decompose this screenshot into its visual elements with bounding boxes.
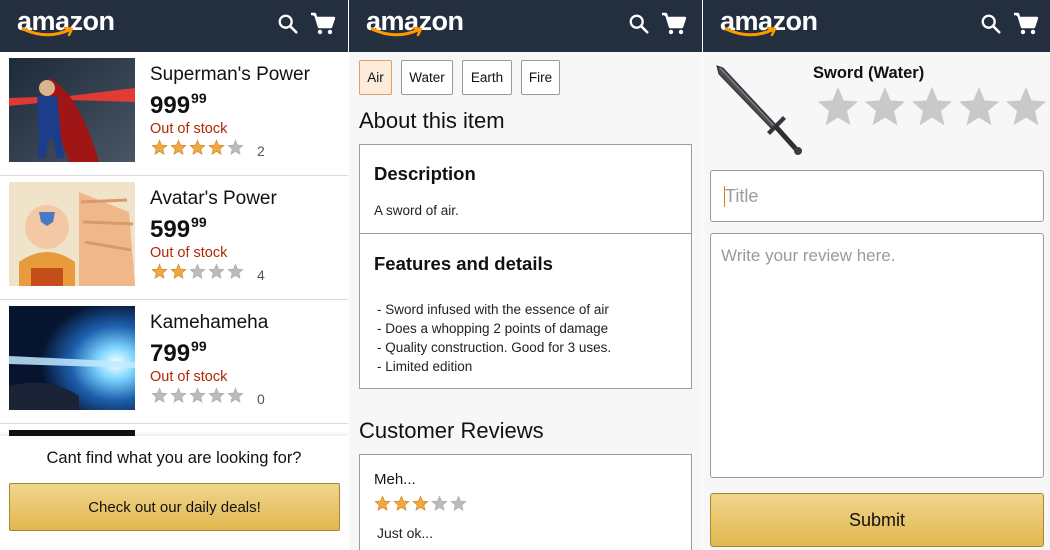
- star-filled-icon: [151, 263, 168, 279]
- feature-item: - Sword infused with the essence of air: [377, 302, 609, 317]
- features-box: Features and details - Sword infused wit…: [359, 233, 692, 389]
- customer-reviews-heading: Customer Reviews: [359, 418, 544, 443]
- about-heading: About this item: [359, 108, 505, 133]
- features-list: - Sword infused with the essence of air …: [377, 300, 611, 376]
- star-empty-icon: [227, 139, 244, 155]
- star-empty-icon: [189, 387, 206, 403]
- cart-icon[interactable]: [310, 12, 336, 36]
- description-heading: Description: [374, 163, 476, 184]
- star-rating: [151, 263, 244, 280]
- star-filled-icon: [151, 139, 168, 155]
- star-empty-icon: [151, 387, 168, 403]
- list-item[interactable]: Avatar's Power 59999 Out of stock 4: [0, 176, 348, 300]
- star-empty-icon[interactable]: [1005, 86, 1047, 128]
- feature-item: - Does a whopping 2 points of damage: [377, 321, 609, 336]
- stock-status: Out of stock: [150, 121, 228, 137]
- star-filled-icon: [189, 139, 206, 155]
- star-rating: [151, 139, 244, 156]
- list-item[interactable]: Superman's Power 99999 Out of stock 2: [0, 52, 348, 176]
- item-title[interactable]: Kamehameha: [150, 312, 268, 334]
- star-empty-icon: [208, 387, 225, 403]
- review-text-input[interactable]: [710, 233, 1044, 478]
- price-fraction: 99: [191, 90, 207, 106]
- variant-tab-water[interactable]: Water: [401, 60, 453, 95]
- price-fraction: 99: [191, 338, 207, 354]
- kamehameha-image: [9, 306, 135, 410]
- star-filled-icon: [170, 139, 187, 155]
- item-price: 79999: [150, 338, 207, 368]
- daily-deals-button[interactable]: Check out our daily deals!: [9, 483, 340, 531]
- star-empty-icon: [227, 263, 244, 279]
- avatar-image: [9, 182, 135, 286]
- item-title[interactable]: Superman's Power: [150, 64, 310, 86]
- star-rating: [151, 387, 244, 404]
- star-empty-icon[interactable]: [911, 86, 953, 128]
- star-filled-icon: [170, 263, 187, 279]
- item-price: 59999: [150, 214, 207, 244]
- submit-button[interactable]: Submit: [710, 493, 1044, 547]
- cart-icon[interactable]: [1013, 12, 1039, 36]
- star-filled-icon: [393, 495, 410, 511]
- variant-tab-fire[interactable]: Fire: [521, 60, 560, 95]
- star-empty-icon: [227, 387, 244, 403]
- text-caret: [724, 186, 725, 207]
- review-card: Meh... Just ok...: [359, 454, 692, 550]
- star-empty-icon: [208, 263, 225, 279]
- top-bar: amazon: [0, 0, 348, 52]
- description-box: Description A sword of air.: [359, 144, 692, 234]
- star-filled-icon: [374, 495, 391, 511]
- product-detail-screen: amazon Air Water Earth Fire About this i…: [349, 0, 702, 550]
- product-list-screen: amazon Superman's Power 99999 Out of sto…: [0, 0, 348, 550]
- logo-smile-icon: [724, 26, 777, 37]
- stock-status: Out of stock: [150, 245, 228, 261]
- search-icon[interactable]: [980, 13, 1002, 35]
- price-fraction: 99: [191, 214, 207, 230]
- description-text: A sword of air.: [374, 203, 459, 218]
- top-bar: amazon: [703, 0, 1050, 52]
- rating-input[interactable]: [817, 86, 1047, 128]
- star-empty-icon: [431, 495, 448, 511]
- sword-image: [716, 65, 802, 155]
- cant-find-text: Cant find what you are looking for?: [46, 449, 302, 467]
- variant-tab-earth[interactable]: Earth: [462, 60, 512, 95]
- star-filled-icon: [208, 139, 225, 155]
- variant-tab-air[interactable]: Air: [359, 60, 392, 95]
- superman-image: [9, 58, 135, 162]
- top-bar: amazon: [349, 0, 702, 52]
- star-empty-icon[interactable]: [864, 86, 906, 128]
- rating-count[interactable]: 2: [257, 143, 265, 159]
- star-empty-icon: [170, 387, 187, 403]
- stock-status: Out of stock: [150, 369, 228, 385]
- write-review-screen: amazon Sword (Water) Submit: [703, 0, 1050, 550]
- price-whole: 599: [150, 216, 191, 243]
- star-empty-icon[interactable]: [958, 86, 1000, 128]
- star-empty-icon: [189, 263, 206, 279]
- price-whole: 999: [150, 92, 191, 119]
- star-filled-icon: [412, 495, 429, 511]
- feature-item: - Limited edition: [377, 359, 473, 374]
- review-title-input[interactable]: [710, 170, 1044, 222]
- rating-count[interactable]: 4: [257, 267, 265, 283]
- item-price: 99999: [150, 90, 207, 120]
- product-name: Sword (Water): [813, 64, 925, 82]
- search-icon[interactable]: [628, 13, 650, 35]
- item-title[interactable]: Avatar's Power: [150, 188, 277, 210]
- feature-item: - Quality construction. Good for 3 uses.: [377, 340, 612, 355]
- logo-smile-icon: [370, 26, 423, 37]
- logo-smile-icon: [21, 26, 74, 37]
- price-whole: 799: [150, 340, 191, 367]
- review-title: Meh...: [374, 471, 416, 488]
- rating-count[interactable]: 0: [257, 391, 265, 407]
- star-rating: [374, 495, 467, 512]
- deals-panel: Cant find what you are looking for? Chec…: [0, 436, 348, 550]
- cart-icon[interactable]: [661, 12, 687, 36]
- features-heading: Features and details: [374, 253, 553, 274]
- list-item[interactable]: Kamehameha 79999 Out of stock 0: [0, 300, 348, 424]
- star-empty-icon: [450, 495, 467, 511]
- review-body: Just ok...: [377, 525, 434, 541]
- star-empty-icon[interactable]: [817, 86, 859, 128]
- search-icon[interactable]: [277, 13, 299, 35]
